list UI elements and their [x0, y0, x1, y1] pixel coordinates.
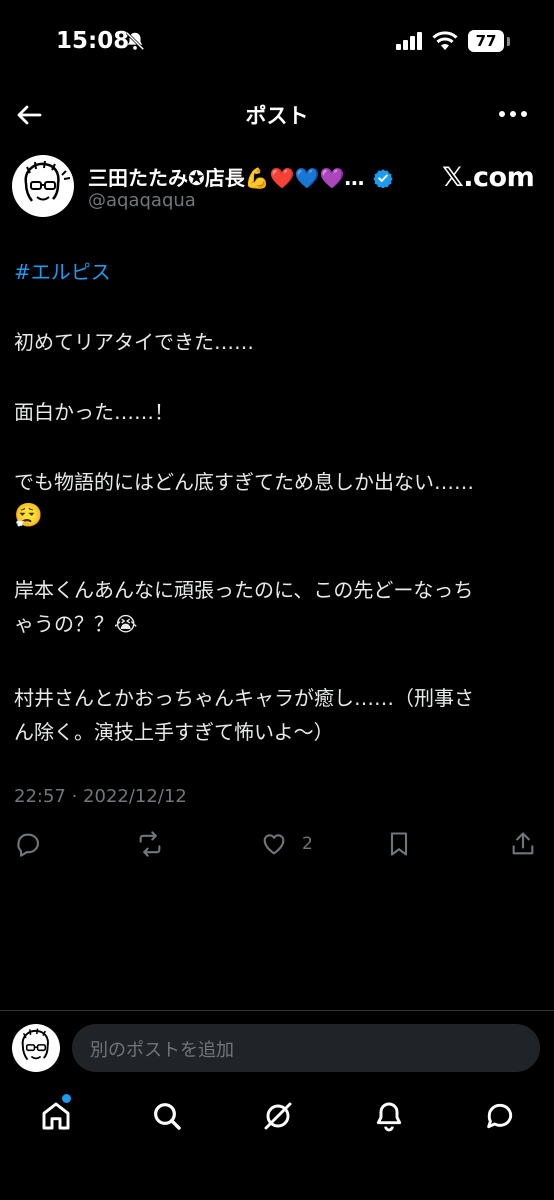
bookmark-icon[interactable]	[385, 830, 413, 858]
reply-icon[interactable]	[14, 830, 42, 858]
grok-icon[interactable]	[262, 1100, 294, 1132]
signal-icon	[396, 32, 422, 50]
post-text-line: ん除く。演技上手すぎて怖いよ〜）	[14, 720, 334, 744]
home-icon[interactable]	[40, 1100, 72, 1132]
wifi-icon	[432, 31, 458, 50]
battery-indicator: 77	[468, 30, 504, 52]
post-emoji-line: 😮‍💨	[14, 503, 43, 529]
post-text-line: 面白かった……！	[14, 400, 174, 424]
back-arrow-icon[interactable]	[14, 100, 44, 130]
post-text-line: 村井さんとかおっちゃんキャラが癒し……（刑事さ	[14, 686, 474, 710]
search-icon[interactable]	[151, 1100, 183, 1132]
messages-icon[interactable]	[484, 1100, 516, 1132]
post-timestamp[interactable]: 22:57 · 2022/12/12	[14, 786, 187, 807]
author-display-name[interactable]: 三田たたみ✪店長💪❤️💙💜…	[88, 162, 394, 191]
author-handle[interactable]: @aqaqaqua	[88, 190, 196, 211]
post-text-line: 岸本くんあんなに頑張ったのに、この先どーなっち	[14, 578, 474, 602]
bell-off-icon	[125, 31, 145, 51]
notifications-icon[interactable]	[373, 1100, 405, 1132]
verified-icon	[373, 169, 394, 189]
share-icon[interactable]	[509, 830, 537, 858]
post-text-line: でも物語的にはどん底すぎてため息しか出ない……	[14, 470, 474, 494]
composer-divider	[0, 1010, 554, 1011]
reply-placeholder: 別のポストを追加	[90, 1040, 234, 1061]
post-text-line: ゃうの？？😭	[14, 612, 138, 636]
author-name-text: 三田たたみ✪店長💪❤️💙💜…	[88, 166, 365, 190]
avatar-illustration	[21, 1028, 49, 1061]
repost-icon[interactable]	[136, 830, 164, 858]
battery-nub	[507, 37, 510, 46]
like-icon[interactable]	[260, 830, 288, 858]
post-text-line: 初めてリアタイできた……	[14, 330, 254, 354]
composer-avatar	[12, 1024, 60, 1072]
more-icon[interactable]	[498, 110, 528, 118]
page-title: ポスト	[245, 104, 309, 128]
like-count: 2	[302, 834, 313, 854]
avatar-illustration	[24, 160, 71, 202]
hashtag-link[interactable]: #エルピス	[14, 256, 111, 285]
avatar[interactable]	[12, 155, 74, 217]
status-time: 15:08	[56, 28, 130, 54]
home-notification-dot	[62, 1094, 71, 1103]
x-com-logo: 𝕏.com	[442, 162, 535, 193]
